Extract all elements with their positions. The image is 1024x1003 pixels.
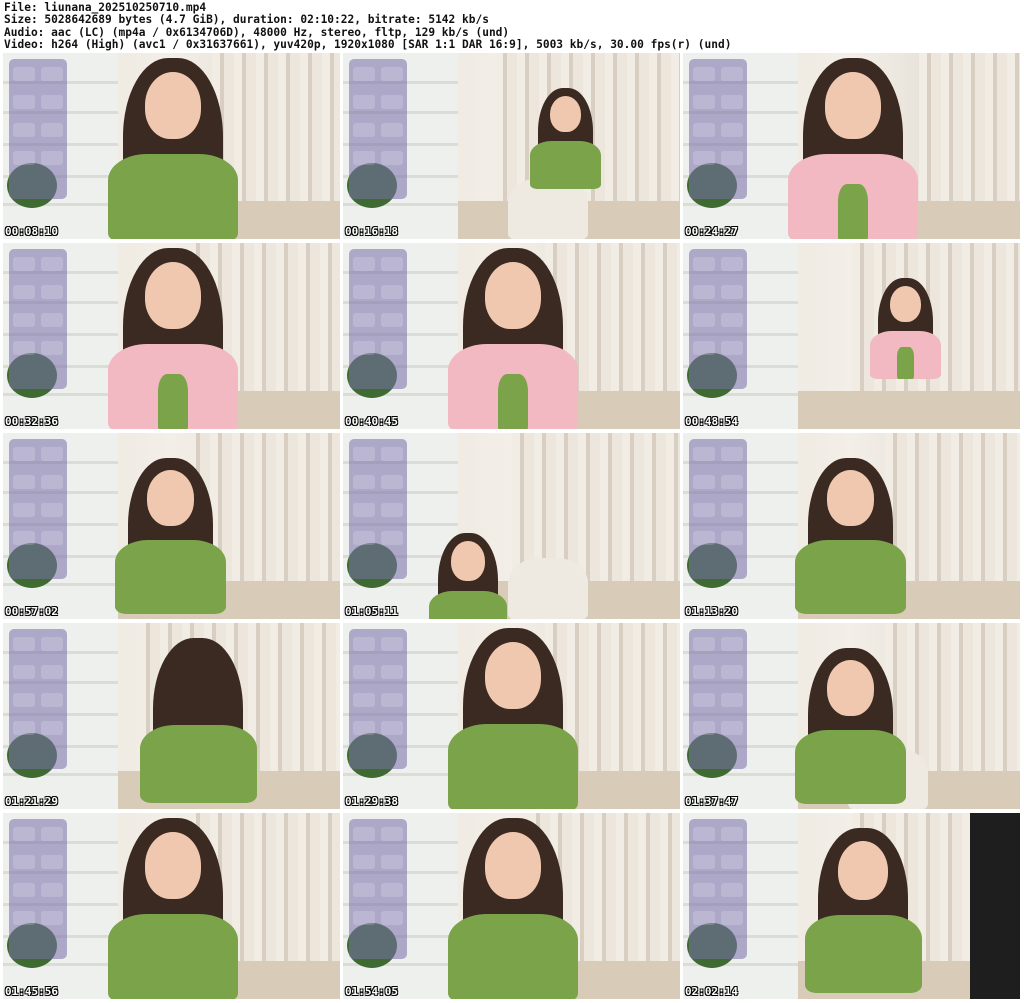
face	[485, 832, 541, 899]
green-sequin-dress	[448, 914, 578, 999]
video-thumbnail: 00:40:45	[343, 243, 680, 429]
green-sequin-dress	[448, 724, 578, 809]
video-info-line: Video: h264 (High) (avc1 / 0x31637661), …	[4, 37, 732, 51]
green-sequin-dress	[804, 914, 922, 994]
stream-overlay-panel	[349, 819, 407, 959]
face	[145, 832, 201, 899]
stream-overlay-panel	[9, 249, 67, 389]
stream-overlay-panel	[9, 439, 67, 579]
thumbnail-timestamp: 00:24:27	[685, 225, 738, 238]
thumbnail-timestamp: 00:16:18	[345, 225, 398, 238]
thumbnail-timestamp: 00:08:10	[5, 225, 58, 238]
video-thumbnail: 00:48:54	[683, 243, 1020, 429]
thumbnail-timestamp: 01:29:38	[345, 795, 398, 808]
green-sequin-dress	[108, 914, 238, 999]
chair	[508, 558, 588, 619]
video-thumbnail: 00:08:10	[3, 53, 340, 239]
green-sequin-dress	[795, 729, 906, 805]
thumbnail-timestamp: 00:32:36	[5, 415, 58, 428]
green-sequin-dress	[108, 154, 238, 239]
face	[550, 95, 581, 133]
thumbnail-timestamp: 01:54:05	[345, 985, 398, 998]
face	[485, 642, 541, 709]
face	[485, 262, 541, 329]
green-sequin-dress	[139, 724, 257, 804]
green-sequin-dress	[158, 374, 188, 429]
stream-overlay-panel	[689, 629, 747, 769]
file-size-line: Size: 5028642689 bytes (4.7 GiB), durati…	[4, 13, 489, 27]
video-thumbnail: 01:05:11	[343, 433, 680, 619]
face	[837, 840, 889, 901]
thumbnail-timestamp: 00:48:54	[685, 415, 738, 428]
video-thumbnail: 01:29:38	[343, 623, 680, 809]
thumbnail-timestamp: 01:05:11	[345, 605, 398, 618]
stream-overlay-panel	[349, 629, 407, 769]
face	[145, 262, 201, 329]
face	[890, 285, 921, 323]
face	[451, 541, 485, 582]
green-sequin-dress	[897, 347, 914, 380]
stream-overlay-panel	[689, 59, 747, 199]
face	[825, 72, 881, 139]
video-thumbnail: 01:37:47	[683, 623, 1020, 809]
thumbnail-timestamp: 01:21:29	[5, 795, 58, 808]
thumbnail-timestamp: 00:40:45	[345, 415, 398, 428]
green-sequin-dress	[529, 140, 602, 190]
face	[826, 469, 875, 527]
stream-overlay-panel	[9, 819, 67, 959]
green-sequin-dress	[795, 539, 906, 615]
green-sequin-dress	[498, 374, 528, 429]
thumbnail-timestamp: 01:37:47	[685, 795, 738, 808]
face	[826, 659, 875, 717]
stream-overlay-panel	[349, 439, 407, 579]
video-thumbnail: 01:54:05	[343, 813, 680, 999]
video-thumbnail: 00:16:18	[343, 53, 680, 239]
video-thumbnail: 02:02:14	[683, 813, 1020, 999]
thumbnail-timestamp: 02:02:14	[685, 985, 738, 998]
face	[145, 72, 201, 139]
video-thumbnail: 01:45:56	[3, 813, 340, 999]
stream-overlay-panel	[689, 819, 747, 959]
thumbnail-timestamp: 01:13:20	[685, 605, 738, 618]
green-sequin-dress	[429, 590, 507, 619]
stream-overlay-panel	[349, 249, 407, 389]
video-thumbnail: 00:57:02	[3, 433, 340, 619]
face	[146, 469, 195, 527]
thumbnail-timestamp: 00:57:02	[5, 605, 58, 618]
video-thumbnail: 00:24:27	[683, 53, 1020, 239]
stream-overlay-panel	[9, 629, 67, 769]
thumbnail-grid: 00:08:10 00:16:18 00:24:27 00:32:36 00:40:45…	[3, 53, 1020, 999]
video-thumbnail: 01:21:29	[3, 623, 340, 809]
stream-overlay-panel	[349, 59, 407, 199]
video-thumbnail: 00:32:36	[3, 243, 340, 429]
stream-overlay-panel	[689, 439, 747, 579]
green-sequin-dress	[838, 184, 868, 239]
stream-overlay-panel	[9, 59, 67, 199]
stream-overlay-panel	[689, 249, 747, 389]
thumbnail-timestamp: 01:45:56	[5, 985, 58, 998]
file-info-header: File: liunana_202510250710.mp4 Size: 502…	[0, 0, 1024, 52]
dark-curtain	[970, 813, 1020, 999]
green-sequin-dress	[115, 539, 226, 615]
video-thumbnail: 01:13:20	[683, 433, 1020, 619]
